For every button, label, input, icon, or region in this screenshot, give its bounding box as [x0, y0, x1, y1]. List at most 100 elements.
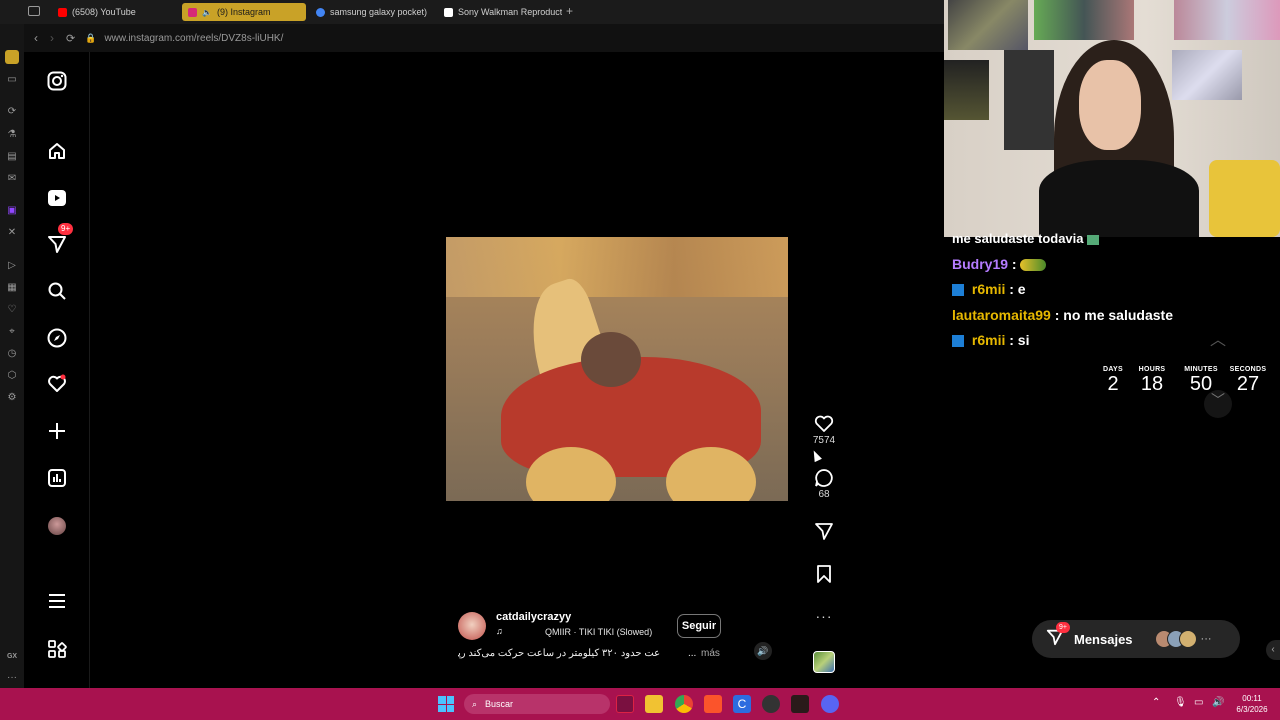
side-panel-toggle-icon[interactable]: ‹ [1266, 640, 1280, 660]
mouse-cursor-icon [810, 448, 822, 463]
author-name[interactable]: catdailycrazyy [496, 611, 571, 623]
tab-label: Sony Walkman Reproduct [458, 7, 562, 17]
app-icon[interactable] [791, 695, 809, 713]
streamer-shirt [1039, 160, 1199, 237]
audio-cover[interactable] [813, 651, 835, 673]
author-avatar[interactable] [458, 612, 486, 640]
chat-user[interactable]: Budry19 [952, 256, 1008, 272]
history-icon[interactable]: ⟳ [5, 104, 19, 118]
tab-instagram[interactable]: 🔈 (9) Instagram [182, 3, 306, 21]
brave-icon[interactable] [704, 695, 722, 713]
speaker-tray-icon[interactable]: 🔊 [1212, 697, 1224, 708]
video-frame[interactable] [446, 237, 788, 501]
prime-badge-icon [952, 284, 964, 297]
x-icon[interactable]: ✕ [5, 225, 19, 239]
reels-icon[interactable] [44, 185, 70, 211]
save-action[interactable] [810, 564, 838, 584]
like-action[interactable]: 7574 [810, 415, 838, 446]
extensions-icon[interactable]: ⬡ [5, 368, 19, 382]
chat-user[interactable]: r6mii [972, 281, 1005, 297]
pin-icon[interactable]: ⌖ [5, 324, 19, 338]
poster-6 [1172, 50, 1242, 100]
gx-label: GX [6, 652, 18, 660]
create-icon[interactable] [44, 418, 70, 444]
forward-icon[interactable]: › [50, 31, 54, 45]
tab-youtube[interactable]: (6508) YouTube [52, 3, 176, 21]
comment-action[interactable]: 68 [810, 468, 838, 500]
obs-icon[interactable] [762, 695, 780, 713]
messages-more[interactable]: ··· [1201, 633, 1212, 645]
home-sidebar-icon[interactable] [5, 50, 19, 64]
poster-4 [944, 60, 989, 120]
tab-sony[interactable]: Sony Walkman Reproduct [438, 3, 562, 21]
webcam-overlay [944, 0, 1280, 237]
workspaces-icon[interactable] [28, 6, 40, 16]
apps-icon[interactable]: ▦ [5, 280, 19, 294]
file-explorer-icon[interactable] [645, 695, 663, 713]
messages-label: Mensajes [1074, 631, 1133, 647]
back-icon[interactable]: ‹ [34, 31, 38, 45]
gamepad-icon[interactable]: ▭ [5, 72, 19, 86]
youtube-icon [58, 7, 67, 17]
date: 6/3/2026 [1236, 705, 1268, 714]
notifications-heart-icon[interactable] [44, 371, 70, 397]
instagram-logo-icon[interactable] [44, 68, 70, 94]
taskbar-search[interactable]: ⌕ Buscar [464, 694, 610, 714]
clock[interactable]: 00:11 6/3/2026 [1232, 693, 1272, 715]
settings-icon[interactable]: ⚙ [5, 390, 19, 404]
heart-sidebar-icon[interactable]: ♡ [5, 302, 19, 316]
opera-gx-taskbar-icon[interactable] [616, 695, 634, 713]
follow-button[interactable]: Seguir [677, 614, 721, 638]
ccleaner-icon[interactable]: C [733, 695, 751, 713]
menu-icon[interactable] [44, 588, 70, 614]
also-from-meta-icon[interactable] [44, 636, 70, 662]
like-heart-icon[interactable] [814, 415, 834, 433]
more-options-icon[interactable]: ··· [810, 608, 838, 624]
explore-icon[interactable] [44, 325, 70, 351]
profile-avatar[interactable] [44, 513, 70, 539]
mail-icon[interactable]: ✉ [5, 171, 19, 185]
song-name[interactable]: QMIIR · TIKI TIKI (Slowed) [545, 627, 652, 637]
scroll-up-icon[interactable]: ︿ [1204, 326, 1232, 354]
tab-samsung[interactable]: samsung galaxy pocket) [310, 3, 434, 21]
bookmark-icon[interactable] [815, 564, 833, 584]
instagram-nav: 9+ [24, 52, 90, 688]
url-field[interactable]: www.instagram.com/reels/DVZ8s-liUHK/ [104, 33, 283, 44]
character-head [581, 332, 641, 387]
countdown-days: DAYS 2 [1100, 366, 1126, 395]
chat-user[interactable]: lautaromaita99 [952, 307, 1051, 323]
bookmark-sidebar-icon[interactable]: ▤ [5, 149, 19, 163]
messages-button[interactable]: 9+ Mensajes ··· [1032, 620, 1240, 658]
prime-badge-icon [952, 335, 964, 348]
mic-icon[interactable]: 🎙 [1174, 697, 1187, 708]
chat-user[interactable]: r6mii [972, 332, 1005, 348]
new-tab-button[interactable]: + [566, 4, 573, 18]
flask-icon[interactable]: ⚗ [5, 127, 19, 141]
minutes-value: 50 [1189, 373, 1213, 395]
tray-overflow-icon[interactable]: ⌃ [1152, 697, 1160, 708]
volume-icon[interactable]: 🔊 [754, 642, 772, 660]
share-action[interactable] [810, 521, 838, 541]
clock-icon[interactable]: ◷ [5, 346, 19, 360]
speaker-icon[interactable]: 🔈 [202, 8, 212, 17]
more-link[interactable]: más [701, 648, 720, 659]
reload-icon[interactable]: ⟳ [66, 32, 75, 45]
sidebar-more-icon[interactable]: ··· [5, 670, 19, 684]
minutes-label: MINUTES [1184, 366, 1218, 373]
chrome-icon[interactable] [675, 695, 693, 713]
comment-icon[interactable] [814, 468, 834, 488]
chat-line: r6mii : si [952, 332, 1029, 348]
display-icon[interactable]: ▭ [1194, 697, 1203, 708]
discord-icon[interactable] [821, 695, 839, 713]
play-icon[interactable]: ▷ [5, 258, 19, 272]
share-icon[interactable] [814, 521, 834, 541]
video-top-blur [446, 237, 788, 297]
windows-start-icon[interactable] [438, 696, 454, 712]
twitch-icon[interactable]: ▣ [5, 203, 19, 217]
home-icon[interactable] [44, 138, 70, 164]
yellow-bag [1209, 160, 1280, 237]
direct-icon[interactable]: 9+ [44, 223, 74, 257]
chat-message: : e [1009, 281, 1026, 297]
search-icon[interactable] [44, 278, 70, 304]
dashboard-icon[interactable] [44, 465, 70, 491]
